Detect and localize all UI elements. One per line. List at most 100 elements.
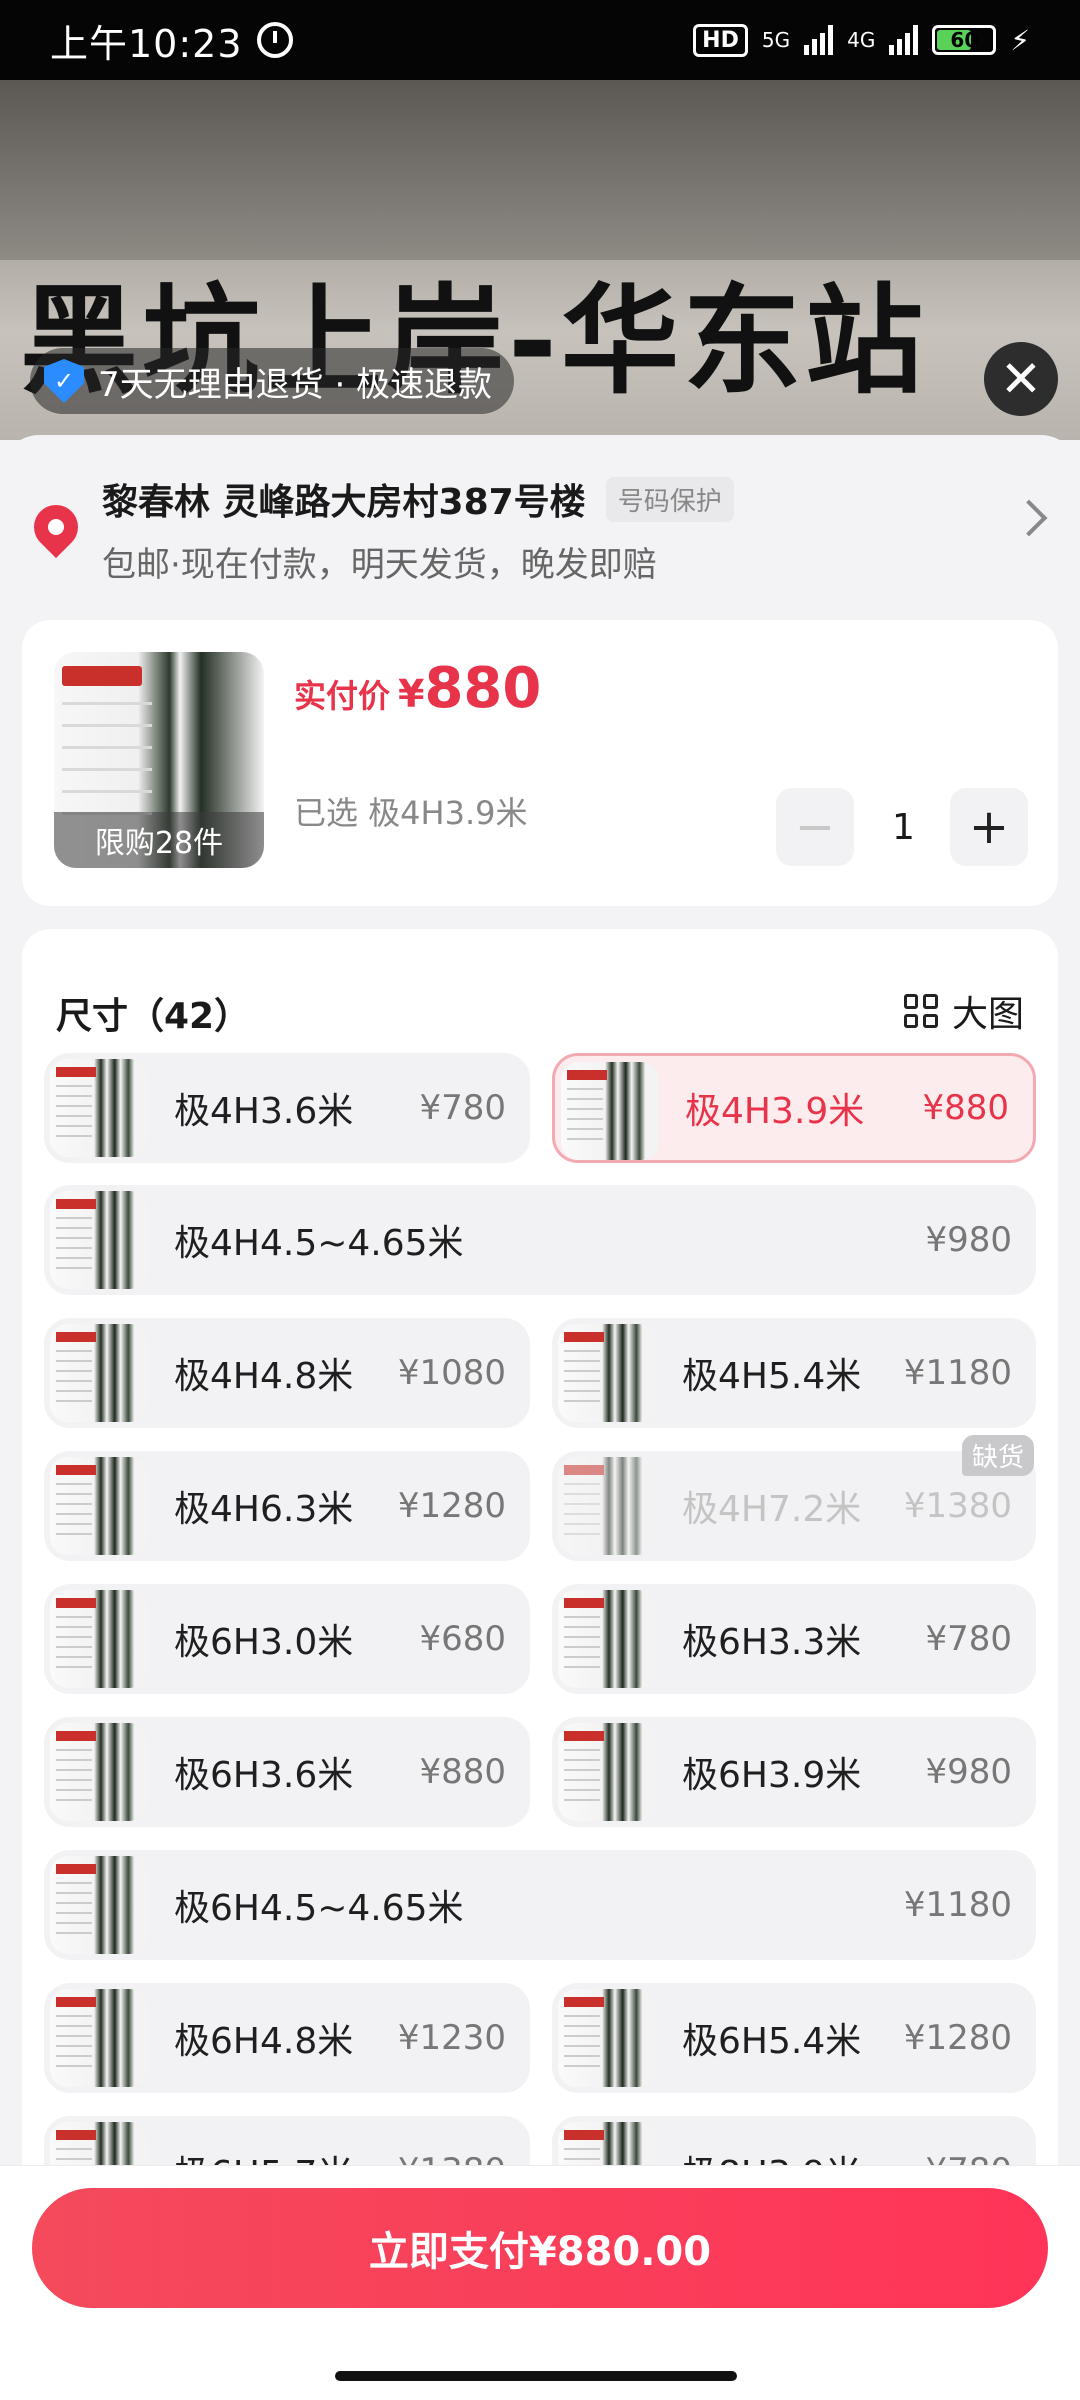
option-name: 极4H4.8米: [174, 1356, 354, 1397]
size-option-out-of-stock[interactable]: 极4H7.2米 ¥1380 缺货: [552, 1435, 1036, 1561]
status-indicators: HD 5G 4G 60 ⚡: [693, 23, 1030, 57]
option-name: 极4H7.2米: [682, 1489, 862, 1530]
option-thumbnail: [561, 1062, 659, 1160]
quantity-value: 1: [892, 806, 915, 848]
option-price: ¥1080: [397, 1353, 506, 1393]
option-price: ¥780: [925, 1619, 1012, 1659]
price-label: 实付价: [294, 677, 391, 715]
option-price: ¥1180: [903, 1353, 1012, 1393]
option-thumbnail: [558, 1723, 656, 1821]
big-image-label: 大图: [951, 994, 1024, 1035]
option-name: 极4H6.3米: [174, 1489, 354, 1530]
charging-icon: ⚡: [1010, 23, 1030, 57]
size-option[interactable]: 极6H3.6米 ¥880: [44, 1717, 530, 1827]
option-thumbnail: [50, 1059, 148, 1157]
option-thumbnail: [50, 1590, 148, 1688]
status-time: 上午10:23: [50, 21, 243, 66]
size-option[interactable]: 极4H4.8米 ¥1080: [44, 1318, 530, 1428]
chevron-right-icon: [1010, 499, 1048, 537]
option-thumbnail: [50, 1856, 148, 1954]
option-name: 极6H3.0米: [174, 1622, 354, 1663]
size-option[interactable]: 极6H3.3米 ¥780: [552, 1584, 1036, 1694]
size-option[interactable]: 极4H5.4米 ¥1180: [552, 1318, 1036, 1428]
increase-quantity-button[interactable]: +: [950, 788, 1028, 866]
address-line: 黎春林 灵峰路大房村387号楼 号码保护: [102, 473, 734, 525]
size-option-selected[interactable]: 极4H3.9米 ¥880: [552, 1053, 1036, 1163]
guarantee-text: 7天无理由退货 · 极速退款: [98, 364, 493, 405]
option-price: ¥980: [925, 1752, 1012, 1792]
hd-voice-icon: HD: [693, 23, 748, 57]
product-banner: 黑坑上岸-华东站 ✓ 7天无理由退货 · 极速退款 ✕: [0, 80, 1080, 440]
size-option[interactable]: 极6H5.4米 ¥1280: [552, 1983, 1036, 2093]
pay-now-button[interactable]: 立即支付¥880.00: [32, 2188, 1048, 2308]
option-price: ¥780: [419, 1088, 506, 1128]
option-name: 极6H4.5~4.65米: [174, 1888, 464, 1929]
shipping-info: 包邮·现在付款，明天发货，晚发即赔: [102, 545, 657, 585]
size-option[interactable]: 极4H6.3米 ¥1280: [44, 1451, 530, 1561]
option-thumbnail: [50, 1723, 148, 1821]
quantity-stepper: − 1 +: [776, 788, 1028, 866]
option-price: ¥980: [925, 1220, 1012, 1260]
purchase-sheet: 黎春林 灵峰路大房村387号楼 号码保护 包邮·现在付款，明天发货，晚发即赔 限…: [0, 435, 1080, 2400]
option-price: ¥1280: [397, 1486, 506, 1526]
price-currency: ¥: [398, 672, 425, 716]
status-bar: 上午10:23 HD 5G 4G 60 ⚡: [0, 0, 1080, 80]
option-price: ¥1230: [397, 2018, 506, 2058]
checkout-bar: 立即支付¥880.00: [0, 2165, 1080, 2400]
option-name: 极6H3.6米: [174, 1755, 354, 1796]
phone-protection-tag: 号码保护: [605, 476, 734, 522]
option-name: 极4H3.6米: [174, 1091, 354, 1132]
price-value: 880: [424, 656, 542, 721]
option-thumbnail: [50, 1324, 148, 1422]
location-pin-icon: [24, 495, 88, 559]
grid-view-icon: [903, 994, 938, 1028]
decrease-quantity-button[interactable]: −: [776, 788, 854, 866]
product-summary-card: 限购28件 实付价 ¥ 880 已选 极4H3.9米 − 1 +: [22, 620, 1058, 906]
recipient-address: 黎春林 灵峰路大房村387号楼: [102, 482, 586, 523]
size-option[interactable]: 极6H3.9米 ¥980: [552, 1717, 1036, 1827]
option-thumbnail: [50, 1457, 148, 1555]
option-thumbnail: [50, 1191, 148, 1289]
size-option[interactable]: 极4H4.5~4.65米 ¥980: [44, 1185, 1036, 1295]
big-image-toggle[interactable]: 大图: [903, 985, 1024, 1037]
option-thumbnail: [558, 1590, 656, 1688]
option-price: ¥880: [419, 1752, 506, 1792]
selected-spec-text: 已选 极4H3.9米: [294, 794, 528, 832]
size-section-title: 尺寸（42）: [56, 996, 251, 1037]
home-indicator[interactable]: [335, 2371, 737, 2381]
size-option[interactable]: 极6H4.8米 ¥1230: [44, 1983, 530, 2093]
purchase-limit-label: 限购28件: [54, 812, 264, 868]
out-of-stock-badge: 缺货: [961, 1435, 1034, 1476]
option-thumbnail: [50, 1989, 148, 2087]
option-name: 极6H4.8米: [174, 2021, 354, 2062]
option-thumbnail: [558, 1324, 656, 1422]
size-option[interactable]: 极6H4.5~4.65米 ¥1180: [44, 1850, 1036, 1960]
close-button[interactable]: ✕: [984, 342, 1058, 416]
signal-icon: [804, 25, 834, 55]
return-guarantee-pill[interactable]: ✓ 7天无理由退货 · 极速退款: [30, 348, 515, 414]
option-price: ¥880: [922, 1088, 1009, 1128]
battery-level: 60: [950, 28, 979, 52]
network-5g-label: 5G: [761, 28, 791, 52]
option-thumbnail: [558, 1989, 656, 2087]
banner-background: [0, 80, 1080, 260]
address-row[interactable]: 黎春林 灵峰路大房村387号楼 号码保护 包邮·现在付款，明天发货，晚发即赔: [0, 435, 1080, 615]
size-option[interactable]: 极6H3.0米 ¥680: [44, 1584, 530, 1694]
option-name: 极6H5.4米: [682, 2021, 862, 2062]
size-option[interactable]: 极4H3.6米 ¥780: [44, 1053, 530, 1163]
option-name: 极6H3.9米: [682, 1755, 862, 1796]
option-name: 极6H3.3米: [682, 1622, 862, 1663]
network-4g-label: 4G: [847, 28, 876, 52]
option-name: 极4H4.5~4.65米: [174, 1223, 464, 1264]
option-price: ¥1280: [903, 2018, 1012, 2058]
option-name: 极4H3.9米: [685, 1091, 865, 1132]
option-thumbnail: [558, 1457, 656, 1555]
thumbnail-label-graphic: [62, 666, 142, 686]
actual-price: 实付价 ¥ 880: [294, 656, 541, 721]
shield-check-icon: ✓: [44, 359, 84, 403]
signal-icon-2: [889, 25, 919, 55]
option-price: ¥1380: [903, 1486, 1012, 1526]
option-price: ¥680: [419, 1619, 506, 1659]
battery-icon: 60: [932, 25, 997, 55]
product-thumbnail[interactable]: 限购28件: [54, 652, 264, 868]
